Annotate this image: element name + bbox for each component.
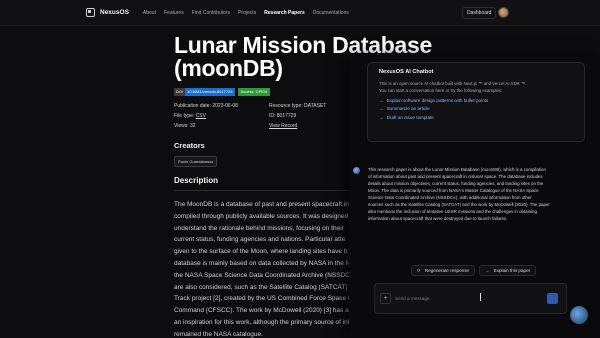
text-cursor-icon <box>480 293 481 301</box>
arrow-right-icon: → <box>379 114 384 120</box>
assistant-line: details about mission objectives, curren… <box>368 181 544 186</box>
doi-badge-value: 10.5281/zenodo.8017729 <box>185 88 235 96</box>
nav-links: About Features Find Contributors Project… <box>143 10 357 16</box>
assistant-line: also mentions the inclusion of tentative… <box>368 209 537 214</box>
avatar[interactable] <box>498 7 509 18</box>
nav-link-about[interactable]: About <box>143 10 156 16</box>
doi-badge[interactable]: DOI 10.5281/zenodo.8017729 <box>174 88 235 96</box>
arrow-right-icon: → <box>379 97 384 103</box>
assistant-message: This research paper is about the Lunar M… <box>353 166 593 222</box>
message-input[interactable] <box>395 292 540 305</box>
explain-button[interactable]: → Explain this paper <box>479 265 537 276</box>
explain-label: Explain this paper <box>493 268 531 273</box>
doi-badge-label: DOI <box>174 88 186 96</box>
example-prompt[interactable]: → Draft an issue template <box>379 115 573 120</box>
chatbot-title: NexusOS AI Chatbot <box>379 69 434 75</box>
brand-name: NexusOS <box>100 9 129 16</box>
regenerate-button[interactable]: ⟳ Regenerate response <box>411 265 476 276</box>
brand[interactable]: NexusOS <box>86 8 129 17</box>
chat-panel: NexusOS AI Chatbot This is an open sourc… <box>349 56 600 338</box>
example-prompt-label: Summarize an article <box>386 106 430 112</box>
assistant-line: Science Data Coordinated Archive (NSSDCA… <box>368 195 532 200</box>
refresh-icon: ⟳ <box>417 267 421 273</box>
chatbot-intro-card: NexusOS AI Chatbot This is an open sourc… <box>367 62 585 142</box>
top-nav: NexusOS About Features Find Contributors… <box>0 0 600 26</box>
example-prompts: → Explain software design patterns with b… <box>379 98 573 120</box>
publication-date: Publication date: 2023-06-08 <box>174 103 238 109</box>
example-prompt-label: Draft an issue template <box>386 114 434 120</box>
nav-link-projects[interactable]: Projects <box>238 10 256 16</box>
example-prompt[interactable]: → Summarize an article <box>379 106 573 111</box>
ai-assistant-fab-icon[interactable] <box>570 306 588 324</box>
assistant-line: This research paper is about the Lunar M… <box>368 167 546 172</box>
nav-link-documentations[interactable]: Documentations <box>313 10 349 16</box>
logo-icon <box>86 8 95 17</box>
message-composer: + <box>374 283 567 314</box>
views-count: Views: 32 <box>174 123 196 129</box>
nav-link-find-contributors[interactable]: Find Contributors <box>192 10 230 16</box>
arrow-right-icon: → <box>379 106 384 112</box>
nav-link-research-papers[interactable]: Research Papers <box>264 10 305 16</box>
send-icon[interactable] <box>547 293 558 304</box>
dashboard-button[interactable]: Dashboard <box>462 7 497 19</box>
file-type-link[interactable]: CSV <box>196 113 206 119</box>
file-type-label: File type: <box>174 113 196 119</box>
arrow-right-icon: → <box>485 268 490 273</box>
paper-title-line1: Lunar Mission Database <box>174 32 432 58</box>
chat-actions: ⟳ Regenerate response → Explain this paper <box>411 265 540 276</box>
creator-chip[interactable]: Paolo Guardabasso <box>174 156 218 167</box>
assistant-line: sources such as the Satellite Catalog (S… <box>368 202 550 207</box>
ai-assistant-icon <box>353 167 360 174</box>
example-prompt-label: Explain software design patterns with bu… <box>386 97 489 103</box>
file-type: File type: CSV <box>174 113 269 119</box>
nav-link-features[interactable]: Features <box>164 10 184 16</box>
assistant-line: information about spacecraft that were d… <box>368 216 508 221</box>
access-badge: Access: OPEN <box>237 88 270 96</box>
chatbot-intro-text: This is an open source AI chatbot built … <box>379 81 573 94</box>
chatbot-intro-line: You can start a conversation here or try… <box>379 87 503 93</box>
assistant-line: Moon. The data is primarily sourced from… <box>368 188 539 193</box>
regenerate-label: Regenerate response <box>424 268 470 273</box>
plus-icon[interactable]: + <box>380 293 391 304</box>
assistant-message-text: This research paper is about the Lunar M… <box>368 166 593 222</box>
assistant-line: of information about past and present sp… <box>368 174 543 179</box>
example-prompt[interactable]: → Explain software design patterns with b… <box>379 98 573 103</box>
chatbot-intro-line: This is an open source AI chatbot built … <box>379 81 527 86</box>
